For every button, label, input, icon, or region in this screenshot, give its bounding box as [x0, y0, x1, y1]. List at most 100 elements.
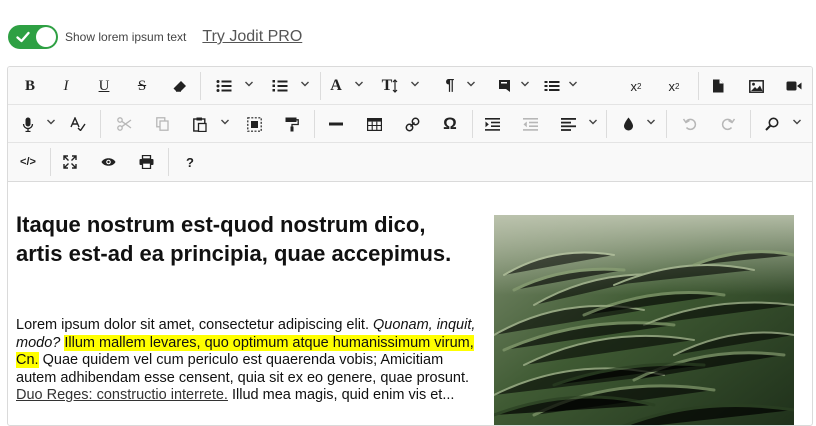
chevron-down-icon[interactable]: [220, 117, 230, 127]
chevron-down-icon[interactable]: [354, 79, 364, 89]
chevron-down-icon[interactable]: [300, 79, 310, 89]
chevron-down-icon[interactable]: [520, 79, 530, 89]
image-content: [494, 215, 794, 425]
scissors-icon: [116, 117, 131, 131]
chevron-down-icon[interactable]: [588, 117, 598, 127]
paragraph-text: Lorem ipsum dolor sit amet, consectetur …: [16, 317, 374, 333]
hr-button[interactable]: [324, 112, 348, 136]
toggle-label: Show lorem ipsum text: [65, 30, 187, 44]
line-height-button[interactable]: [540, 74, 564, 98]
paragraph-button[interactable]: ¶: [438, 74, 462, 98]
separator: [50, 148, 51, 176]
redo-button[interactable]: [716, 112, 740, 136]
paragraph-text: Illud mea magis, quid enim vis et...: [227, 387, 455, 403]
indent-button[interactable]: [480, 112, 504, 136]
separator: [750, 110, 751, 138]
undo-icon: [683, 118, 697, 131]
strikethrough-button[interactable]: S: [130, 74, 154, 98]
brush-button[interactable]: [616, 112, 640, 136]
paste-icon: [193, 117, 207, 132]
superscript-button[interactable]: x2: [624, 74, 648, 98]
font-button[interactable]: A: [324, 74, 348, 98]
block-icon: [498, 80, 510, 92]
spellcheck-button[interactable]: [66, 112, 90, 136]
font-size-label: T: [381, 77, 393, 94]
numbered-list-icon: [272, 80, 288, 92]
speech-recognize-button[interactable]: [16, 112, 40, 136]
separator: [168, 148, 169, 176]
font-size-button[interactable]: T: [378, 74, 402, 98]
copy-format-button[interactable]: [280, 112, 304, 136]
chevron-down-icon[interactable]: [244, 79, 254, 89]
unordered-list-button[interactable]: [212, 74, 236, 98]
paste-button[interactable]: [188, 112, 212, 136]
link-icon: [405, 117, 419, 131]
align-left-icon: [560, 117, 576, 131]
separator: [200, 72, 201, 100]
subscript-button[interactable]: x2: [662, 74, 686, 98]
separator: [666, 110, 667, 138]
file-icon: [713, 79, 724, 93]
chevron-down-icon[interactable]: [410, 79, 420, 89]
italic-button[interactable]: I: [54, 74, 78, 98]
chevron-down-icon[interactable]: [46, 117, 56, 127]
file-button[interactable]: [706, 74, 730, 98]
chevron-down-icon[interactable]: [792, 117, 802, 127]
table-icon: [366, 117, 382, 131]
chevron-down-icon[interactable]: [466, 79, 476, 89]
table-button[interactable]: [362, 112, 386, 136]
eraser-button[interactable]: [168, 74, 192, 98]
printer-icon: [139, 155, 153, 169]
content-paragraph[interactable]: Lorem ipsum dolor sit amet, consectetur …: [16, 317, 486, 405]
content-heading[interactable]: Itaque nostrum est-quod nostrum dico, ar…: [16, 210, 476, 268]
microphone-icon: [22, 117, 34, 132]
horizontal-rule-icon: [329, 122, 343, 126]
separator: [320, 72, 321, 100]
class-span-button[interactable]: [492, 74, 516, 98]
source-button[interactable]: </>: [16, 150, 40, 174]
select-all-button[interactable]: [242, 112, 266, 136]
fullsize-button[interactable]: [58, 150, 82, 174]
print-button[interactable]: [134, 150, 158, 174]
symbols-button[interactable]: Ω: [438, 112, 462, 136]
subscript-index: 2: [675, 81, 680, 91]
video-button[interactable]: [782, 74, 806, 98]
underline-button[interactable]: U: [92, 74, 116, 98]
wheat-field-image[interactable]: [494, 215, 794, 425]
preview-button[interactable]: [96, 150, 120, 174]
undo-button[interactable]: [678, 112, 702, 136]
separator: [606, 110, 607, 138]
chevron-down-icon[interactable]: [568, 79, 578, 89]
separator: [100, 110, 101, 138]
fullscreen-icon: [63, 155, 77, 169]
select-all-icon: [246, 116, 262, 132]
video-icon: [786, 81, 802, 91]
image-button[interactable]: [744, 74, 768, 98]
try-pro-link[interactable]: Try Jodit PRO: [202, 28, 302, 46]
chevron-down-icon[interactable]: [646, 117, 656, 127]
copy-icon: [155, 117, 169, 131]
separator: [472, 110, 473, 138]
top-bar: Show lorem ipsum text Try Jodit PRO: [8, 25, 302, 49]
redo-icon: [721, 118, 735, 131]
separator: [314, 110, 315, 138]
check-icon: [16, 31, 30, 43]
about-button[interactable]: ?: [178, 150, 202, 174]
copy-button[interactable]: [150, 112, 174, 136]
bold-button[interactable]: B: [18, 74, 42, 98]
find-button[interactable]: [760, 112, 784, 136]
superscript-exponent: 2: [637, 81, 642, 91]
lorem-toggle[interactable]: [8, 25, 58, 49]
ordered-list-button[interactable]: [268, 74, 292, 98]
outdent-button[interactable]: [518, 112, 542, 136]
bullet-list-icon: [216, 80, 232, 92]
link-button[interactable]: [400, 112, 424, 136]
jodit-editor: B I U S A T ¶ x 2 x 2 Ω </> ? Itaque nos…: [7, 66, 813, 426]
droplet-icon: [623, 117, 633, 131]
content-link[interactable]: Duo Reges: constructio interrete.: [16, 387, 228, 403]
align-button[interactable]: [556, 112, 580, 136]
toggle-knob: [36, 27, 56, 47]
cut-button[interactable]: [112, 112, 136, 136]
editor-content[interactable]: Itaque nostrum est-quod nostrum dico, ar…: [8, 181, 812, 425]
image-icon: [748, 79, 764, 93]
